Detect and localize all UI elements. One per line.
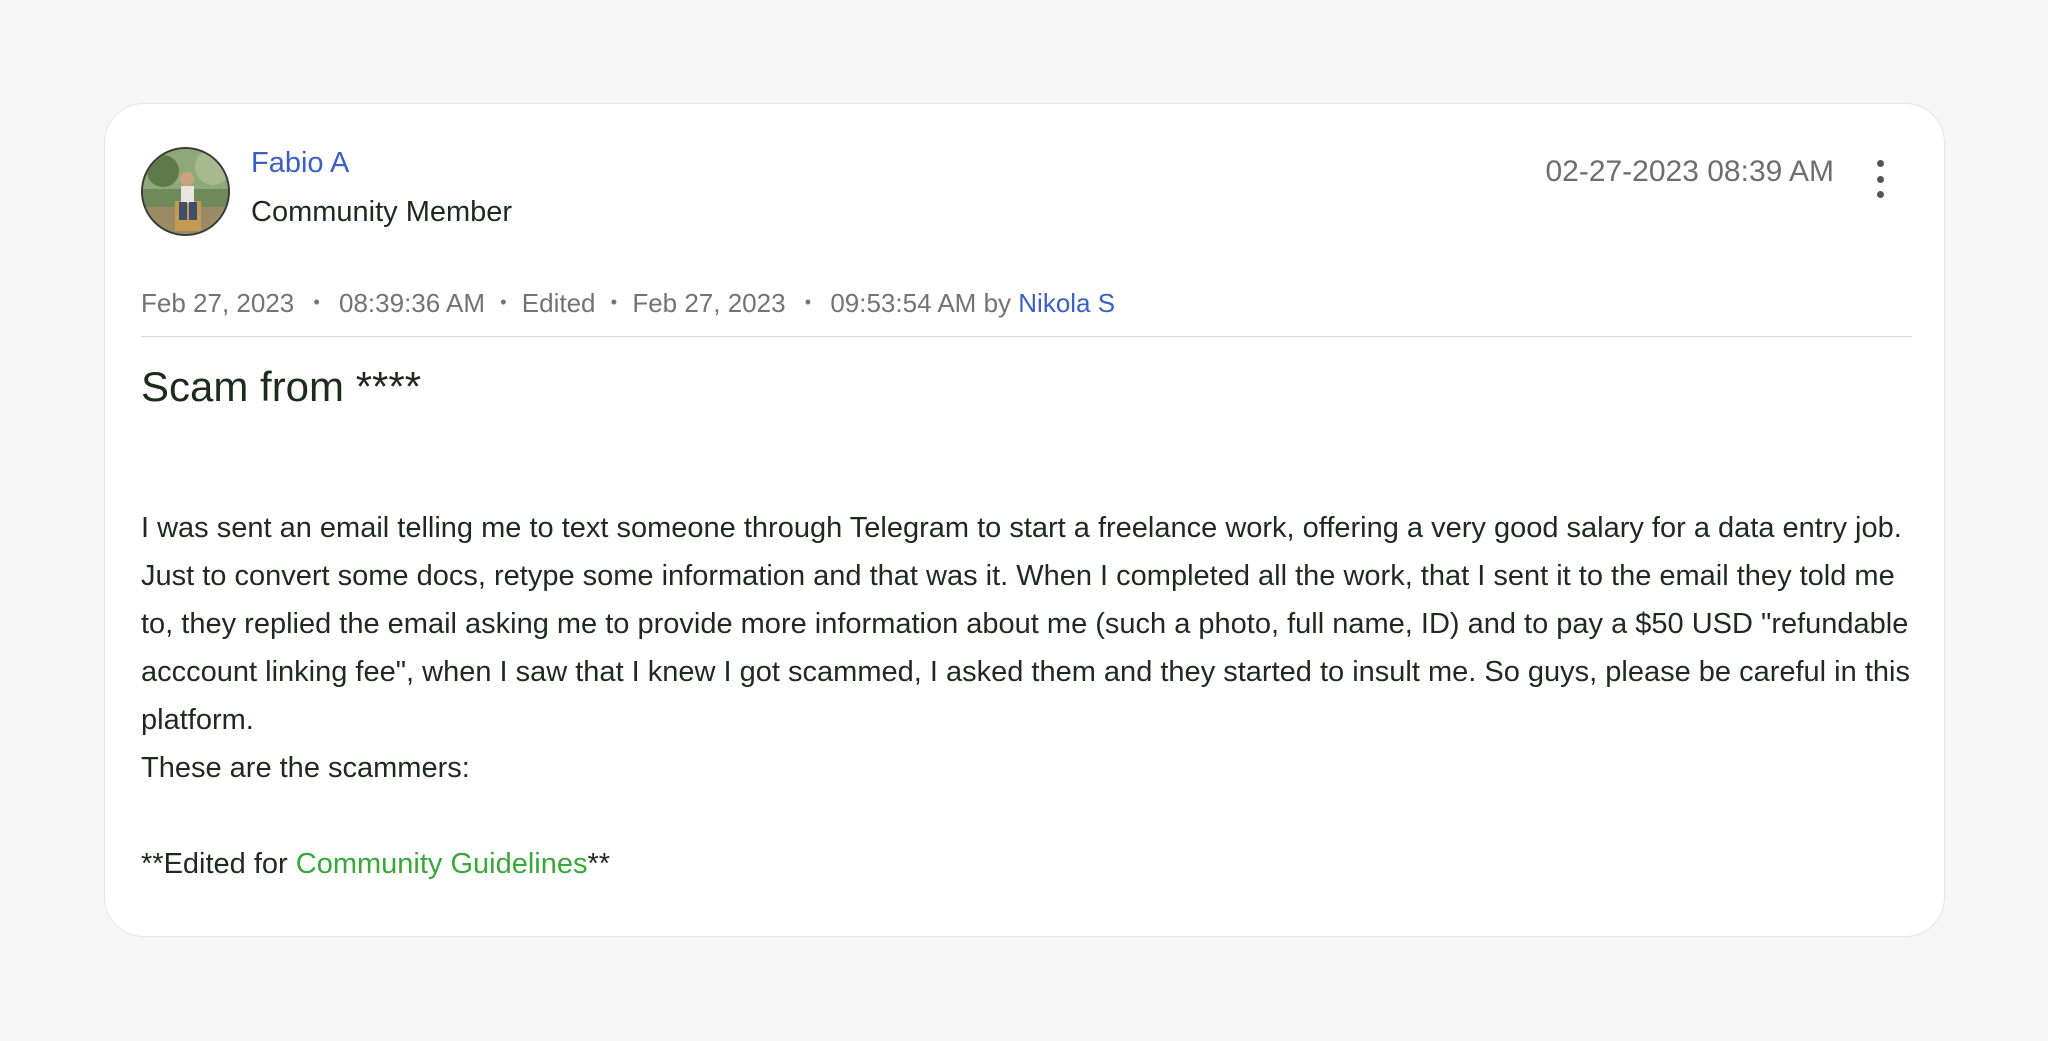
- bullet-dot: •: [313, 292, 320, 313]
- post-body: I was sent an email telling me to text s…: [141, 504, 1921, 888]
- editor-link[interactable]: Nikola S: [1018, 288, 1115, 318]
- edited-date: Feb 27, 2023: [632, 288, 786, 318]
- post-meta: Feb 27, 2023 • 08:39:36 AM • Edited • Fe…: [141, 288, 1115, 319]
- created-date: Feb 27, 2023: [141, 288, 295, 318]
- edit-note-prefix: **Edited for: [141, 848, 296, 880]
- created-time: 08:39:36 AM: [339, 288, 486, 318]
- bullet-dot: •: [500, 292, 507, 313]
- kebab-dot: [1876, 175, 1884, 183]
- post-card: Fabio A Community Member 02-27-2023 08:3…: [104, 103, 1945, 937]
- avatar[interactable]: [141, 147, 230, 236]
- kebab-dot: [1876, 160, 1884, 167]
- edited-label: Edited: [521, 288, 596, 318]
- body-paragraph: I was sent an email telling me to text s…: [141, 512, 1910, 736]
- avatar-photo: [143, 149, 228, 234]
- edited-time: 09:53:54 AM: [830, 288, 977, 318]
- divider: [141, 336, 1912, 337]
- more-vertical-icon[interactable]: [1868, 160, 1892, 198]
- post-title: Scam from ****: [141, 363, 422, 410]
- community-guidelines-link[interactable]: Community Guidelines: [296, 848, 588, 880]
- kebab-dot: [1876, 191, 1884, 198]
- author-role: Community Member: [251, 196, 513, 228]
- bullet-dot: •: [804, 292, 812, 313]
- post-timestamp: 02-27-2023 08:39 AM: [1545, 155, 1834, 188]
- bullet-dot: •: [610, 292, 618, 313]
- scammers-line: These are the scammers:: [141, 752, 470, 784]
- author-name-link[interactable]: Fabio A: [251, 146, 349, 181]
- edit-note: **Edited for Community Guidelines**: [141, 840, 1921, 888]
- edit-note-suffix: **: [587, 848, 611, 880]
- by-label: by: [983, 288, 1012, 318]
